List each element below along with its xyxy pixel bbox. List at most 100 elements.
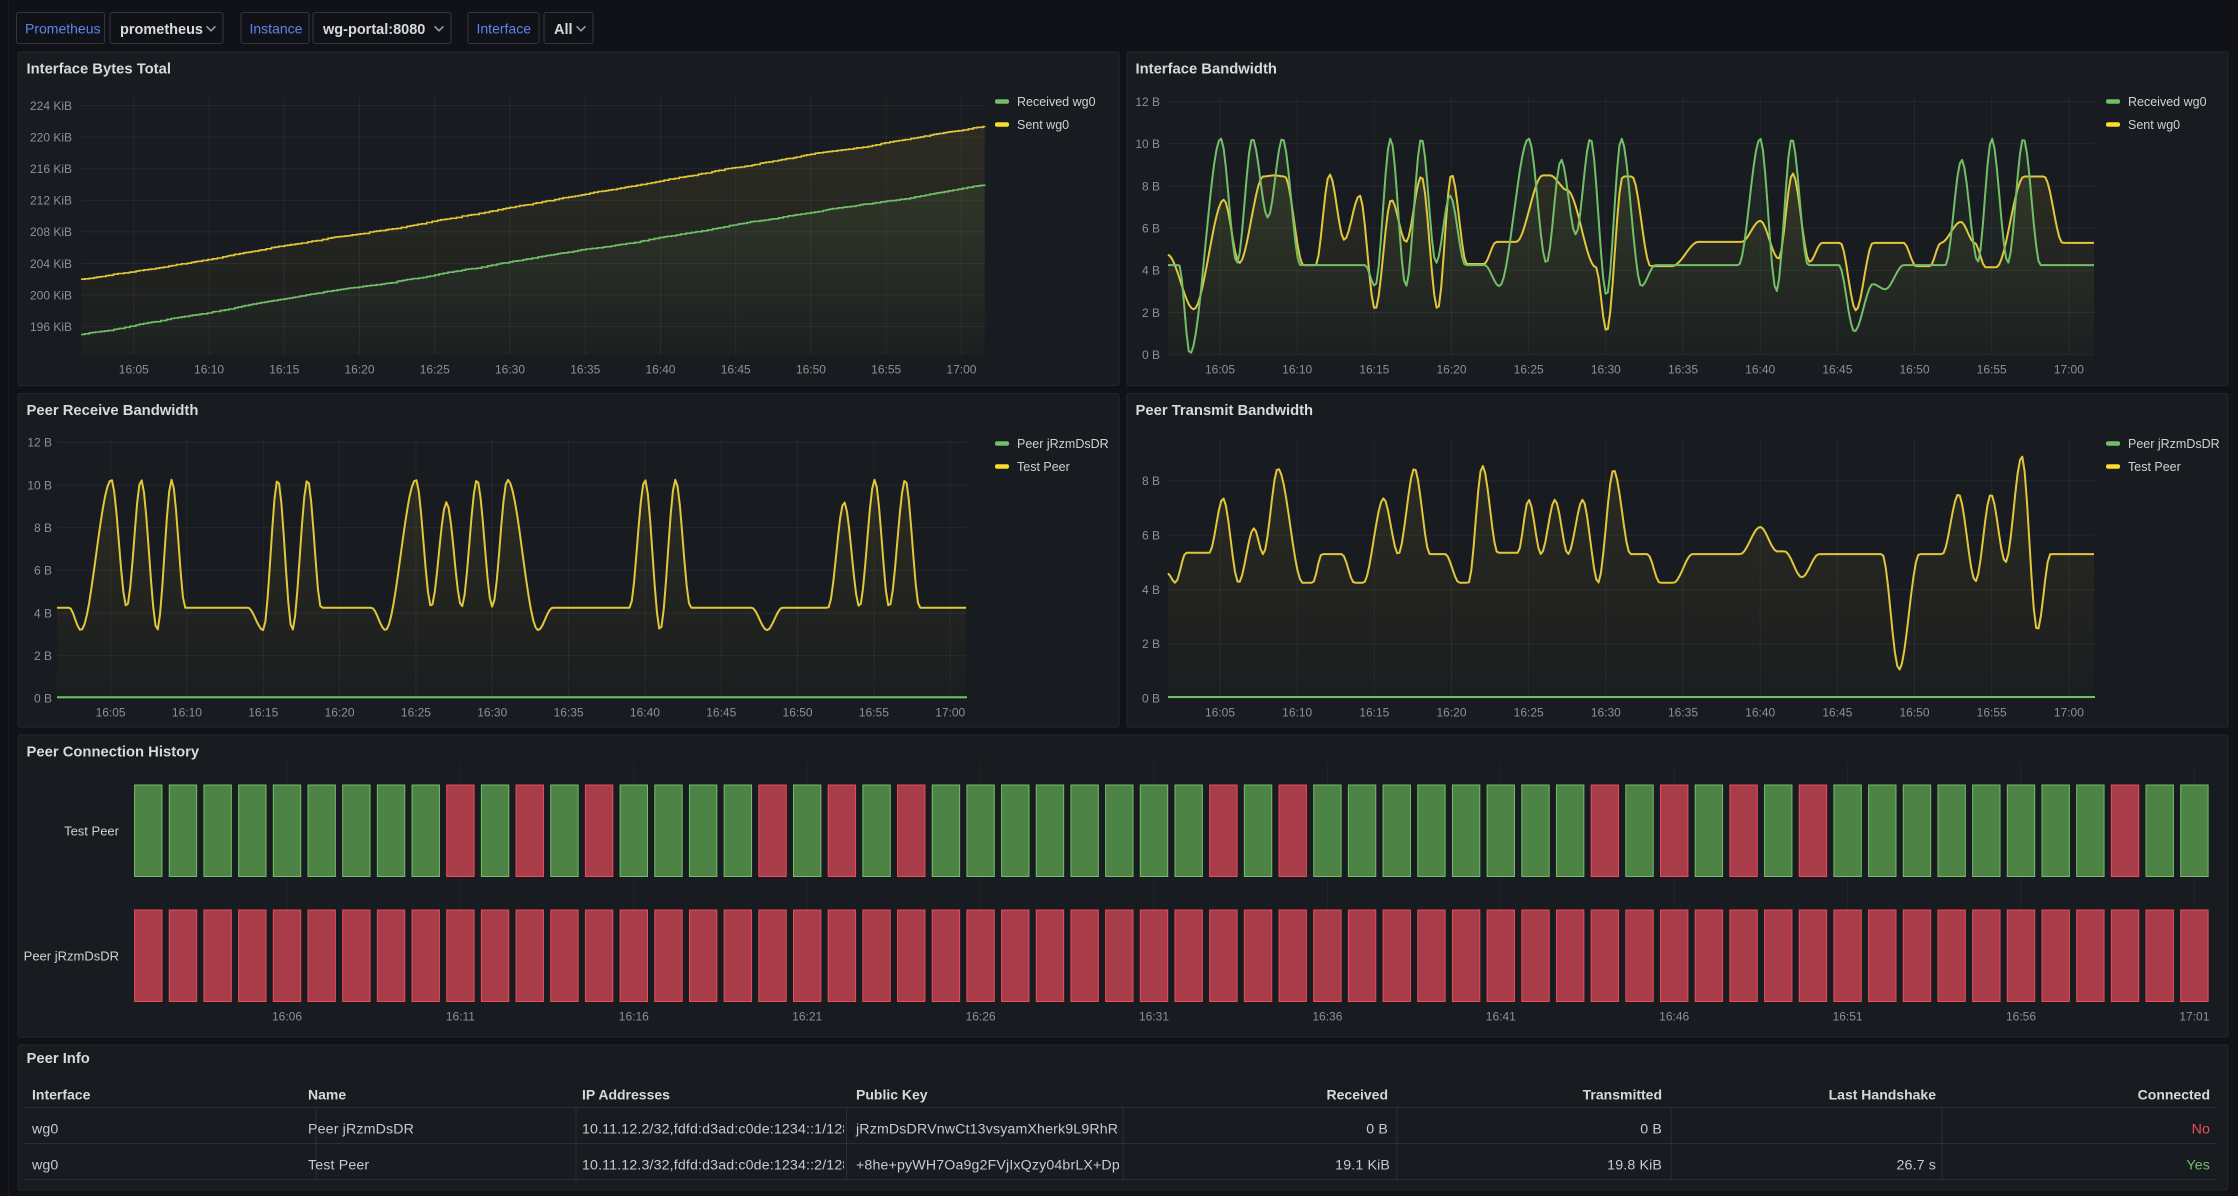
svg-text:2 B: 2 B xyxy=(1142,306,1160,320)
svg-text:224 KiB: 224 KiB xyxy=(30,99,72,113)
svg-text:16:55: 16:55 xyxy=(1977,363,2007,377)
svg-text:Instance: Instance xyxy=(250,21,303,37)
svg-text:16:21: 16:21 xyxy=(792,1009,822,1023)
svg-text:17:00: 17:00 xyxy=(2054,363,2084,377)
svg-text:16:40: 16:40 xyxy=(1745,363,1775,377)
svg-text:216 KiB: 216 KiB xyxy=(30,162,72,176)
svg-text:Name: Name xyxy=(308,1087,346,1103)
svg-text:17:00: 17:00 xyxy=(935,706,965,720)
svg-text:16:15: 16:15 xyxy=(269,363,299,377)
svg-text:16:41: 16:41 xyxy=(1486,1009,1516,1023)
svg-text:16:40: 16:40 xyxy=(1745,706,1775,720)
svg-text:16:50: 16:50 xyxy=(796,363,826,377)
svg-text:16:51: 16:51 xyxy=(1833,1009,1863,1023)
svg-text:16:05: 16:05 xyxy=(119,363,149,377)
svg-text:16:31: 16:31 xyxy=(1139,1009,1169,1023)
svg-text:Received: Received xyxy=(1327,1087,1388,1103)
svg-text:208 KiB: 208 KiB xyxy=(30,225,72,239)
svg-text:16:50: 16:50 xyxy=(783,706,813,720)
svg-text:6 B: 6 B xyxy=(34,564,52,578)
svg-text:Sent wg0: Sent wg0 xyxy=(2128,118,2180,132)
svg-text:17:01: 17:01 xyxy=(2179,1009,2209,1023)
svg-text:Transmitted: Transmitted xyxy=(1583,1087,1662,1103)
svg-text:204 KiB: 204 KiB xyxy=(30,257,72,271)
svg-text:16:36: 16:36 xyxy=(1312,1009,1342,1023)
svg-text:8 B: 8 B xyxy=(1142,179,1160,193)
svg-text:212 KiB: 212 KiB xyxy=(30,194,72,208)
svg-text:Last Handshake: Last Handshake xyxy=(1829,1087,1937,1103)
svg-text:16:55: 16:55 xyxy=(859,706,889,720)
svg-text:16:15: 16:15 xyxy=(1359,363,1389,377)
svg-text:All: All xyxy=(554,22,573,38)
svg-text:16:05: 16:05 xyxy=(96,706,126,720)
svg-text:16:15: 16:15 xyxy=(248,706,278,720)
svg-text:6 B: 6 B xyxy=(1142,528,1160,542)
svg-text:16:05: 16:05 xyxy=(1205,706,1235,720)
svg-text:16:40: 16:40 xyxy=(630,706,660,720)
svg-text:16:30: 16:30 xyxy=(1591,706,1621,720)
svg-text:16:25: 16:25 xyxy=(1514,706,1544,720)
svg-text:No: No xyxy=(2192,1121,2210,1137)
svg-text:0 B: 0 B xyxy=(1142,692,1160,706)
svg-text:Prometheus: Prometheus xyxy=(25,21,100,37)
svg-text:16:35: 16:35 xyxy=(570,363,600,377)
svg-text:Sent wg0: Sent wg0 xyxy=(1017,118,1069,132)
svg-text:0 B: 0 B xyxy=(1142,348,1160,362)
svg-text:10 B: 10 B xyxy=(27,478,52,492)
svg-text:16:45: 16:45 xyxy=(1822,706,1852,720)
svg-text:16:20: 16:20 xyxy=(1436,363,1466,377)
svg-text:16:25: 16:25 xyxy=(420,363,450,377)
svg-text:19.8 KiB: 19.8 KiB xyxy=(1607,1157,1662,1173)
svg-text:Peer jRzmDsDR: Peer jRzmDsDR xyxy=(1017,437,1109,451)
svg-text:jRzmDsDRVnwCt13vsyamXherk9L9Rh: jRzmDsDRVnwCt13vsyamXherk9L9RhRqw7iC xyxy=(855,1121,1158,1137)
svg-text:4 B: 4 B xyxy=(1142,264,1160,278)
svg-text:19.1 KiB: 19.1 KiB xyxy=(1335,1157,1390,1173)
svg-text:Peer Info: Peer Info xyxy=(27,1051,90,1067)
svg-text:16:26: 16:26 xyxy=(966,1009,996,1023)
svg-text:16:35: 16:35 xyxy=(1668,706,1698,720)
svg-text:Received wg0: Received wg0 xyxy=(1017,95,1096,109)
svg-text:16:10: 16:10 xyxy=(1282,706,1312,720)
svg-text:200 KiB: 200 KiB xyxy=(30,288,72,302)
svg-text:10.11.12.3/32,fdfd:d3ad:c0de:1: 10.11.12.3/32,fdfd:d3ad:c0de:1234::2/128 xyxy=(582,1157,850,1173)
svg-text:Test Peer: Test Peer xyxy=(2128,460,2181,474)
svg-text:prometheus: prometheus xyxy=(120,22,203,38)
svg-text:16:35: 16:35 xyxy=(1668,363,1698,377)
svg-text:16:45: 16:45 xyxy=(721,363,751,377)
svg-text:16:35: 16:35 xyxy=(554,706,584,720)
svg-text:Peer Connection History: Peer Connection History xyxy=(27,745,200,761)
svg-text:Received wg0: Received wg0 xyxy=(2128,95,2207,109)
svg-text:16:46: 16:46 xyxy=(1659,1009,1689,1023)
svg-text:16:50: 16:50 xyxy=(1900,706,1930,720)
svg-text:10 B: 10 B xyxy=(1135,137,1160,151)
svg-text:Test Peer: Test Peer xyxy=(308,1157,369,1173)
svg-text:16:30: 16:30 xyxy=(495,363,525,377)
svg-text:Connected: Connected xyxy=(2138,1087,2210,1103)
svg-text:0 B: 0 B xyxy=(34,692,52,706)
svg-text:16:16: 16:16 xyxy=(619,1009,649,1023)
svg-text:Interface Bandwidth: Interface Bandwidth xyxy=(1136,62,1277,78)
svg-text:16:25: 16:25 xyxy=(401,706,431,720)
svg-text:12 B: 12 B xyxy=(1135,95,1160,109)
svg-text:Peer Receive Bandwidth: Peer Receive Bandwidth xyxy=(27,403,199,419)
svg-text:8 B: 8 B xyxy=(1142,474,1160,488)
svg-text:16:20: 16:20 xyxy=(325,706,355,720)
svg-text:4 B: 4 B xyxy=(1142,583,1160,597)
svg-text:Interface: Interface xyxy=(477,21,532,37)
svg-text:Yes: Yes xyxy=(2186,1157,2210,1173)
svg-text:Interface: Interface xyxy=(32,1087,91,1103)
svg-text:17:00: 17:00 xyxy=(946,363,976,377)
svg-text:16:10: 16:10 xyxy=(194,363,224,377)
svg-text:16:25: 16:25 xyxy=(1514,363,1544,377)
svg-text:wg-portal:8080: wg-portal:8080 xyxy=(322,22,425,38)
svg-text:10.11.12.2/32,fdfd:d3ad:c0de:1: 10.11.12.2/32,fdfd:d3ad:c0de:1234::1/128 xyxy=(582,1121,850,1137)
svg-text:16:05: 16:05 xyxy=(1205,363,1235,377)
svg-text:16:20: 16:20 xyxy=(345,363,375,377)
svg-text:16:20: 16:20 xyxy=(1436,706,1466,720)
svg-text:Peer jRzmDsDR: Peer jRzmDsDR xyxy=(24,949,119,964)
svg-text:Peer Transmit Bandwidth: Peer Transmit Bandwidth xyxy=(1136,403,1314,419)
svg-text:220 KiB: 220 KiB xyxy=(30,130,72,144)
svg-text:4 B: 4 B xyxy=(34,606,52,620)
svg-text:16:06: 16:06 xyxy=(272,1009,302,1023)
svg-text:0 B: 0 B xyxy=(1640,1121,1662,1137)
